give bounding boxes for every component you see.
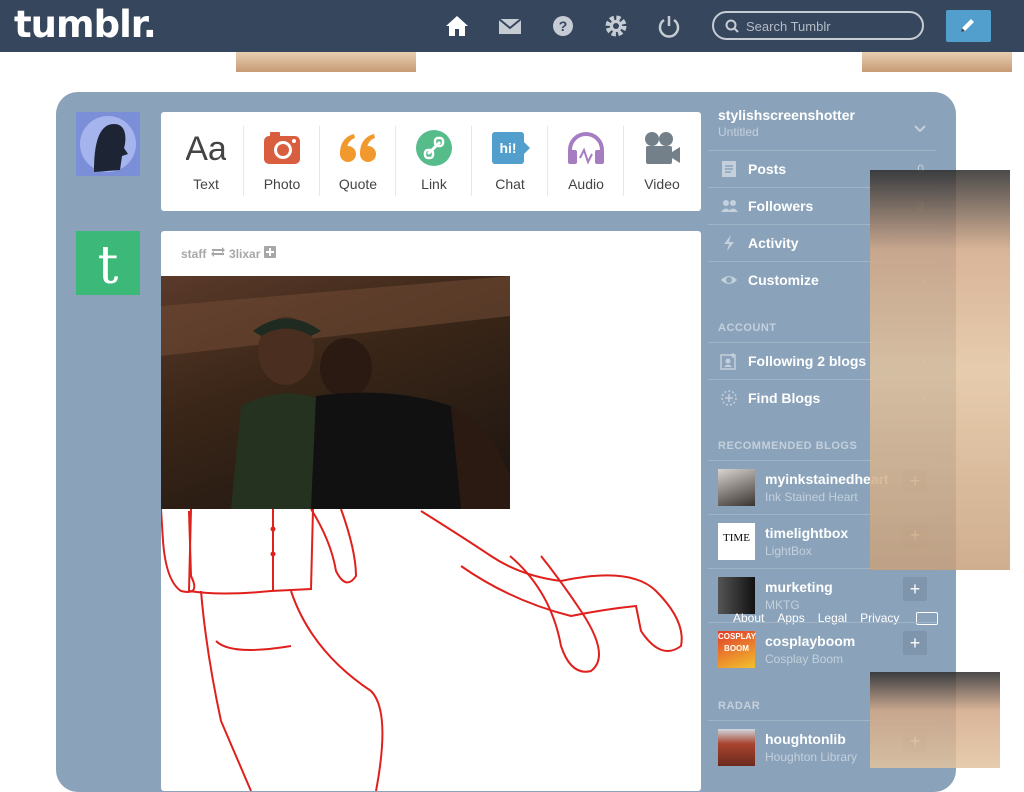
follow-plus-icon[interactable] xyxy=(263,246,276,261)
post-type-bar: Aa Text Photo Quote Link hi! Chat Audio … xyxy=(161,112,701,211)
camera-icon xyxy=(262,130,302,166)
post-type-label: Quote xyxy=(338,176,378,192)
compose-button[interactable] xyxy=(946,10,991,42)
blog-name[interactable]: stylishscreenshotter xyxy=(718,107,855,123)
chevron-down-icon[interactable] xyxy=(914,120,926,138)
quote-icon xyxy=(338,130,378,166)
post-type-label: Audio xyxy=(568,176,604,192)
svg-text:Aa: Aa xyxy=(186,130,226,166)
following-icon xyxy=(720,352,738,370)
blog-avatar xyxy=(718,577,755,614)
background-image xyxy=(870,170,1010,570)
follow-button[interactable]: + xyxy=(903,631,927,655)
post-type-quote[interactable]: Quote xyxy=(320,112,396,211)
logout-icon[interactable] xyxy=(656,13,682,39)
svg-text:hi!: hi! xyxy=(499,140,516,156)
reblogged-from[interactable]: 3lixar xyxy=(229,247,260,261)
post-type-chat[interactable]: hi! Chat xyxy=(472,112,548,211)
reblog-icon xyxy=(210,247,229,261)
posts-icon xyxy=(720,160,738,178)
account-heading: ACCOUNT xyxy=(718,322,777,334)
sidebar-blog-header[interactable]: stylishscreenshotter Untitled xyxy=(718,107,855,139)
post-type-link[interactable]: Link xyxy=(396,112,472,211)
svg-text:?: ? xyxy=(559,18,568,34)
post-header: staff 3lixar xyxy=(181,246,276,261)
radar-heading: RADAR xyxy=(718,700,761,712)
headphones-icon xyxy=(566,130,606,166)
settings-icon[interactable] xyxy=(603,13,629,39)
post-type-label: Video xyxy=(644,176,680,192)
post-type-audio[interactable]: Audio xyxy=(548,112,624,211)
top-nav: tumblr. ? xyxy=(0,0,1024,52)
video-camera-icon xyxy=(642,130,682,166)
search-icon xyxy=(725,19,739,33)
background-image xyxy=(862,52,1012,72)
post-type-label: Text xyxy=(193,176,219,192)
link-icon xyxy=(414,130,454,166)
staff-avatar[interactable]: t xyxy=(76,231,140,296)
post-type-text[interactable]: Aa Text xyxy=(168,112,244,211)
post-type-label: Photo xyxy=(263,176,301,192)
background-image xyxy=(870,672,1000,768)
post-author[interactable]: staff xyxy=(181,247,206,261)
user-avatar[interactable] xyxy=(76,112,140,176)
blog-avatar: TIME xyxy=(718,523,755,560)
text-icon: Aa xyxy=(185,130,227,168)
home-icon[interactable] xyxy=(444,13,470,39)
background-image xyxy=(236,52,416,72)
chat-icon: hi! xyxy=(490,130,530,166)
post-type-photo[interactable]: Photo xyxy=(244,112,320,211)
blog-avatar xyxy=(718,469,755,506)
blog-avatar xyxy=(718,729,755,766)
red-doodle-drawing xyxy=(161,508,683,791)
search-input[interactable] xyxy=(746,17,916,35)
inbox-icon[interactable] xyxy=(497,13,523,39)
follow-button[interactable]: + xyxy=(903,577,927,601)
post-type-label: Link xyxy=(421,176,447,192)
find-blogs-icon xyxy=(720,389,738,407)
lightning-icon xyxy=(720,234,738,252)
blog-title: Untitled xyxy=(718,125,759,139)
post-type-video[interactable]: Video xyxy=(624,112,700,211)
recommended-blog[interactable]: COSPLAY BOOM cosplayboom Cosplay Boom + xyxy=(708,622,936,677)
eye-icon xyxy=(720,271,738,289)
tumblr-logo[interactable]: tumblr. xyxy=(14,3,157,46)
dashboard-post: staff 3lixar xyxy=(161,231,701,791)
post-type-label: Chat xyxy=(495,176,525,192)
pencil-icon xyxy=(961,19,974,32)
svg-text:t: t xyxy=(98,236,119,295)
followers-icon xyxy=(720,197,738,215)
help-icon[interactable]: ? xyxy=(550,13,576,39)
recommended-heading: RECOMMENDED BLOGS xyxy=(718,440,858,452)
blog-avatar: COSPLAY BOOM xyxy=(718,631,756,668)
search-box[interactable] xyxy=(712,11,924,40)
